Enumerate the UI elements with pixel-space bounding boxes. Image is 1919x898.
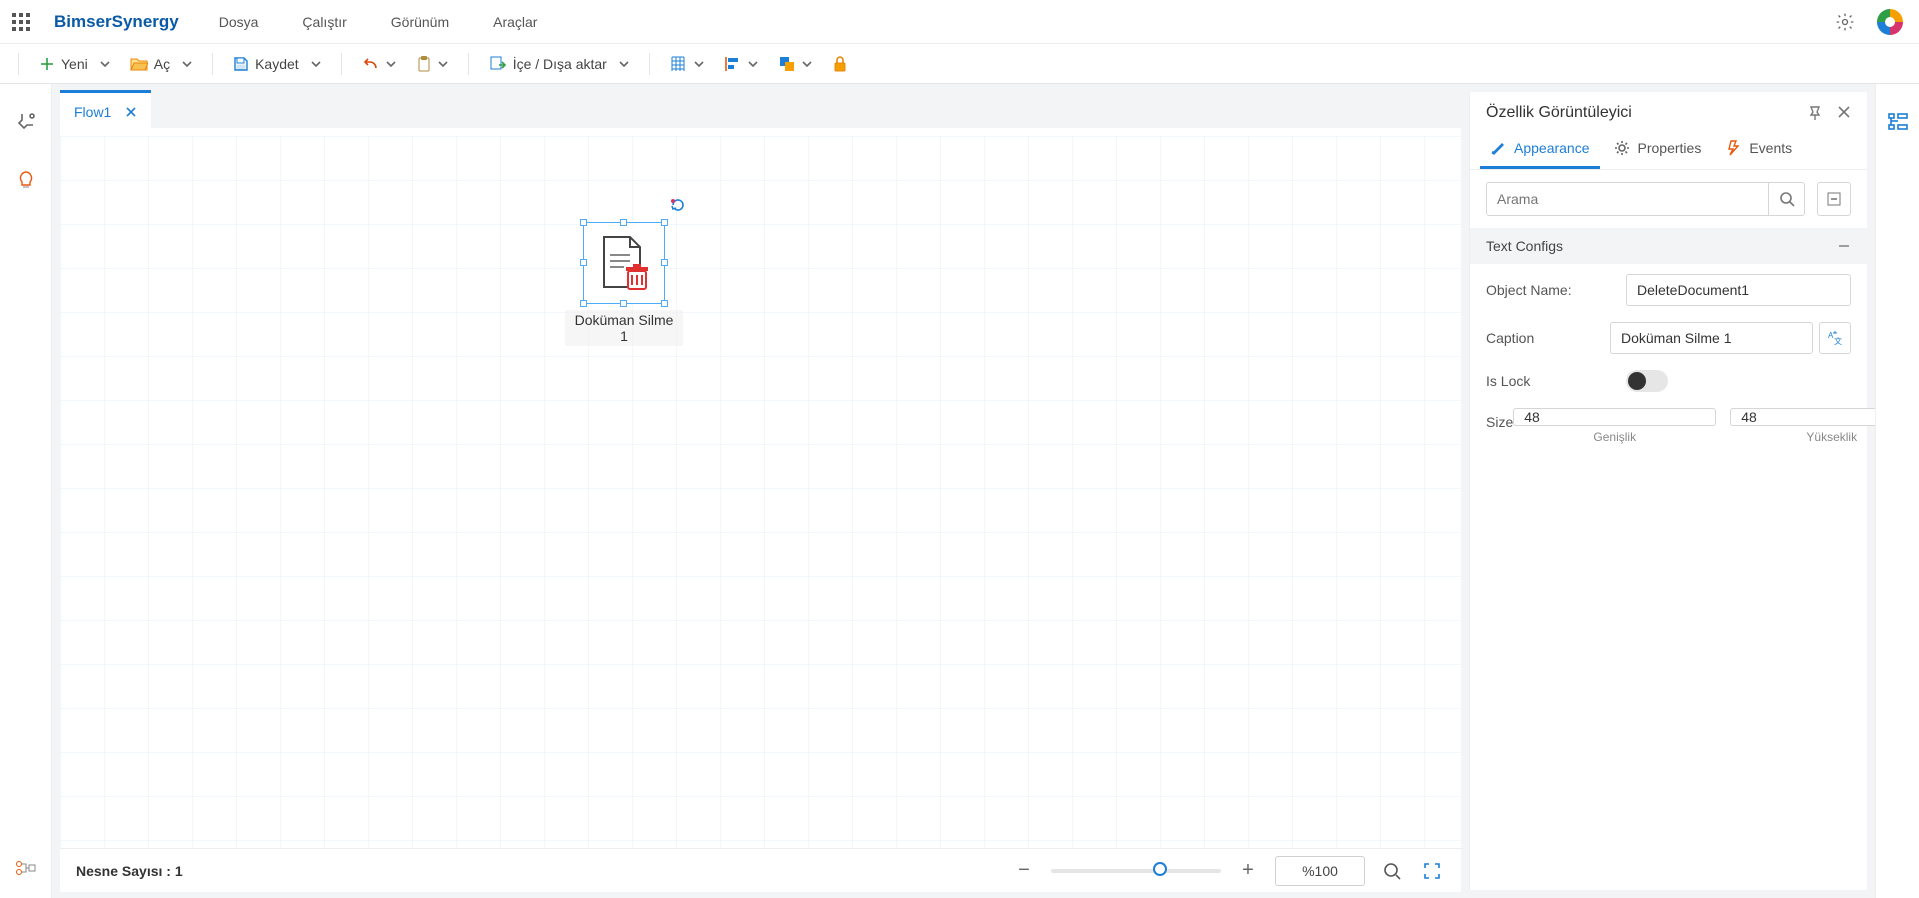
- translate-button[interactable]: A文: [1819, 322, 1851, 354]
- right-tool-strip: [1875, 84, 1919, 898]
- import-export-label: İçe / Dışa aktar: [513, 56, 607, 72]
- panel-title: Özellik Görüntüleyici: [1486, 104, 1632, 122]
- canvas-node-caption: Doküman Silme 1: [565, 310, 683, 346]
- apps-grid-icon[interactable]: [12, 13, 54, 31]
- tab-row: Flow1: [52, 84, 1469, 128]
- is-lock-toggle[interactable]: [1626, 370, 1668, 392]
- main-toolbar: Yeni Aç Kaydet İçe / Dışa aktar: [0, 44, 1919, 84]
- zoom-slider[interactable]: [1051, 869, 1221, 873]
- open-label: Aç: [154, 56, 170, 72]
- flow-icon[interactable]: [12, 854, 40, 882]
- menu-run[interactable]: Çalıştır: [302, 14, 346, 30]
- tab-properties-label: Properties: [1638, 140, 1702, 156]
- tools-icon[interactable]: [12, 108, 40, 136]
- new-button[interactable]: Yeni: [29, 45, 120, 83]
- rotate-handle-icon[interactable]: [669, 196, 687, 214]
- tab-flow1[interactable]: Flow1: [60, 90, 151, 130]
- menu-view[interactable]: Görünüm: [391, 14, 449, 30]
- new-label: Yeni: [61, 56, 88, 72]
- panel-tabs: Appearance Properties Events: [1470, 130, 1867, 170]
- align-button[interactable]: [714, 45, 768, 83]
- outline-icon[interactable]: [1884, 108, 1912, 136]
- app-logo-icon[interactable]: [1873, 5, 1907, 39]
- design-canvas[interactable]: Doküman Silme 1: [60, 136, 1461, 848]
- brand-label[interactable]: BimserSynergy: [54, 12, 179, 32]
- width-input[interactable]: [1513, 408, 1716, 426]
- lock-button[interactable]: [822, 45, 858, 83]
- pin-icon[interactable]: [1807, 105, 1823, 121]
- collapse-all-button[interactable]: [1817, 182, 1851, 216]
- save-label: Kaydet: [255, 56, 299, 72]
- object-name-input[interactable]: [1626, 274, 1851, 306]
- close-panel-icon[interactable]: [1837, 105, 1851, 121]
- width-sublabel: Genişlik: [1513, 430, 1716, 444]
- tab-appearance[interactable]: Appearance: [1480, 130, 1600, 169]
- document-delete-icon: [596, 233, 652, 293]
- tab-events[interactable]: Events: [1715, 130, 1802, 169]
- zoom-in-button[interactable]: +: [1235, 858, 1261, 884]
- object-name-label: Object Name:: [1486, 282, 1626, 298]
- svg-text:文: 文: [1834, 336, 1842, 346]
- menu-tools[interactable]: Araçlar: [493, 14, 537, 30]
- grid-toggle-button[interactable]: [660, 45, 714, 83]
- search-icon[interactable]: [1768, 183, 1804, 215]
- canvas-node-delete-document[interactable]: Doküman Silme 1: [565, 222, 683, 346]
- tab-properties[interactable]: Properties: [1604, 130, 1712, 169]
- size-label: Size: [1486, 408, 1513, 430]
- object-count-label: Nesne Sayısı : 1: [76, 863, 183, 879]
- tab-appearance-label: Appearance: [1514, 140, 1590, 156]
- design-canvas-wrapper: Doküman Silme 1 Nesne Sayısı : 1 − + %10…: [60, 128, 1461, 892]
- clipboard-button[interactable]: [406, 45, 458, 83]
- zoom-out-button[interactable]: −: [1011, 858, 1037, 884]
- open-button[interactable]: Aç: [120, 45, 202, 83]
- canvas-status-bar: Nesne Sayısı : 1 − + %100: [60, 848, 1461, 892]
- section-text-configs-label: Text Configs: [1486, 238, 1563, 254]
- app-bar: BimserSynergy Dosya Çalıştır Görünüm Ara…: [0, 0, 1919, 44]
- section-text-configs-header[interactable]: Text Configs: [1470, 228, 1867, 264]
- zoom-fit-button[interactable]: [1379, 858, 1405, 884]
- import-export-button[interactable]: İçe / Dışa aktar: [479, 45, 639, 83]
- panel-search-box: [1486, 182, 1805, 216]
- save-button[interactable]: Kaydet: [223, 45, 331, 83]
- menu-file[interactable]: Dosya: [219, 14, 259, 30]
- fullscreen-button[interactable]: [1419, 858, 1445, 884]
- caption-input[interactable]: [1610, 322, 1813, 354]
- properties-panel: Özellik Görüntüleyici Appearance Propert…: [1469, 92, 1867, 890]
- is-lock-label: Is Lock: [1486, 373, 1626, 389]
- settings-button[interactable]: [1831, 8, 1859, 36]
- arrange-button[interactable]: [768, 45, 822, 83]
- tab-label: Flow1: [74, 104, 111, 120]
- idea-icon[interactable]: [12, 166, 40, 194]
- undo-button[interactable]: [352, 45, 406, 83]
- left-tool-strip: [0, 84, 52, 898]
- tab-close-icon[interactable]: [125, 106, 137, 118]
- tab-events-label: Events: [1749, 140, 1792, 156]
- zoom-level-display[interactable]: %100: [1275, 856, 1365, 886]
- collapse-section-icon[interactable]: [1837, 239, 1851, 253]
- panel-search-input[interactable]: [1487, 183, 1768, 215]
- caption-label: Caption: [1486, 330, 1610, 346]
